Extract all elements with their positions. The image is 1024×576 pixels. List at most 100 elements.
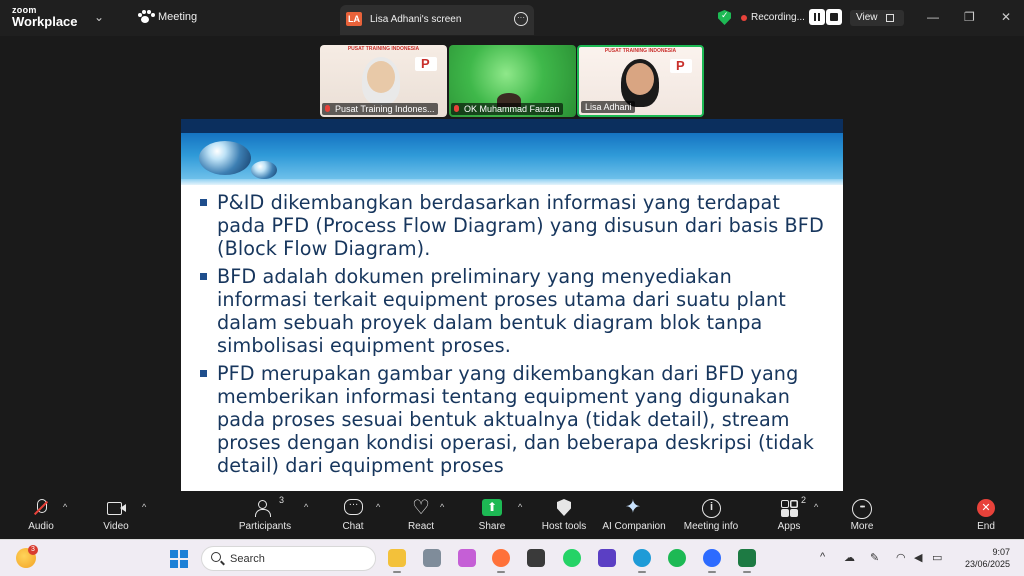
slide-bullet: PFD merupakan gambar yang dikembangkan d… — [199, 362, 827, 477]
ai-companion-label: AI Companion — [602, 521, 666, 532]
recording-indicator: Recording... — [741, 12, 805, 23]
weather-badge: 3 — [28, 545, 38, 555]
edge-icon[interactable] — [633, 549, 651, 573]
file-explorer-icon[interactable] — [388, 549, 406, 573]
participants-options-chevron-icon[interactable]: ^ — [304, 502, 308, 512]
chat-label: Chat — [342, 521, 364, 532]
brand-chevron-icon[interactable]: ⌄ — [94, 10, 104, 24]
pen-icon[interactable]: ✎ — [870, 551, 879, 564]
share-label: Share — [478, 521, 506, 532]
calculator-icon[interactable] — [423, 549, 441, 567]
react-options-chevron-icon[interactable]: ^ — [440, 502, 444, 512]
apps-grid-icon — [778, 498, 800, 518]
participants-label: Participants — [238, 521, 292, 532]
wifi-icon[interactable]: ◠ — [896, 551, 906, 564]
info-icon — [700, 498, 722, 518]
view-label: View — [856, 12, 878, 23]
camera-icon — [105, 498, 127, 518]
react-label: React — [407, 521, 435, 532]
participants-icon — [254, 498, 276, 518]
close-icon[interactable]: ✕ — [1001, 10, 1011, 24]
windows-start-icon[interactable] — [170, 550, 188, 568]
minimize-icon[interactable]: — — [927, 10, 939, 24]
speaker-icon[interactable]: ◀ — [914, 551, 922, 564]
share-screen-icon — [481, 498, 503, 518]
restore-icon[interactable]: ❐ — [964, 10, 975, 24]
shield-icon — [553, 498, 575, 518]
view-button[interactable]: View — [850, 10, 904, 26]
ai-companion-button[interactable]: AI Companion — [598, 496, 670, 532]
participant-tile[interactable]: OK Muhammad Fauzan — [449, 45, 576, 117]
zoom-app-icon[interactable] — [703, 549, 721, 573]
more-button[interactable]: More — [827, 498, 897, 532]
video-options-chevron-icon[interactable]: ^ — [142, 502, 146, 512]
sharer-avatar: LA — [346, 12, 362, 26]
participant-tile[interactable]: PUSAT TRAINING INDONESIA Pusat Training … — [320, 45, 447, 117]
react-button[interactable]: React — [386, 495, 456, 532]
pause-recording-button[interactable] — [809, 9, 825, 25]
cloud-icon[interactable]: ☁ — [844, 551, 855, 564]
record-dot-icon — [741, 14, 747, 21]
firefox-icon[interactable] — [492, 549, 510, 573]
slide-bullet: BFD adalah dokumen preliminary yang meny… — [199, 265, 827, 357]
pti-logo-icon — [670, 58, 692, 73]
more-icon — [851, 498, 873, 519]
end-meeting-icon — [975, 498, 997, 518]
end-button[interactable]: End — [951, 498, 1021, 532]
decorative-orb-icon — [199, 141, 251, 175]
paw-icon — [138, 10, 155, 24]
muted-mic-icon — [30, 498, 52, 518]
pti-logo-icon — [415, 56, 437, 71]
video-button[interactable]: Video — [81, 498, 151, 532]
taskbar-search-box[interactable]: Search — [201, 546, 376, 571]
tile-brand-text: PUSAT TRAINING INDONESIA — [347, 46, 420, 52]
windows-taskbar: 3 Search ^ ☁ ✎ ◠ ◀ ▭ 9:07 23/06/2025 — [0, 539, 1024, 576]
participant-name-label: Pusat Training Indones... — [322, 103, 438, 115]
share-options-chevron-icon[interactable]: ^ — [518, 502, 522, 512]
zoom-logo: zoom Workplace — [12, 6, 78, 29]
show-hidden-icons-chevron-icon[interactable]: ^ — [820, 551, 825, 563]
end-label: End — [977, 521, 995, 532]
chat-icon — [342, 498, 364, 518]
meeting-tab[interactable]: Meeting — [138, 10, 197, 24]
participant-name-label: OK Muhammad Fauzan — [451, 103, 563, 115]
apps-options-chevron-icon[interactable]: ^ — [814, 502, 818, 512]
meeting-controls-bar: Audio ^ Video ^ Participants 3 ^ Chat ^ … — [0, 492, 1024, 539]
muted-mic-icon — [454, 105, 459, 112]
meeting-title-bar: zoom Workplace ⌄ Meeting LA Lisa Adhani'… — [0, 0, 1024, 36]
host-tools-button[interactable]: Host tools — [529, 498, 599, 532]
participant-tile-active-speaker[interactable]: PUSAT TRAINING INDONESIA Lisa Adhani — [577, 45, 704, 117]
spotify-icon[interactable] — [668, 549, 686, 567]
brand-line-2: Workplace — [12, 14, 78, 29]
participants-button[interactable]: Participants — [230, 498, 300, 532]
screen-options-icon[interactable]: ··· — [514, 12, 528, 26]
participant-video — [358, 57, 404, 107]
shared-screen-tab[interactable]: LA Lisa Adhani's screen ··· — [340, 5, 534, 35]
excel-icon[interactable] — [738, 549, 756, 573]
recording-label: Recording... — [751, 12, 805, 23]
share-button[interactable]: Share — [457, 498, 527, 532]
taskbar-clock[interactable]: 9:07 23/06/2025 — [952, 546, 1010, 570]
shared-slide: P&ID dikembangkan berdasarkan informasi … — [181, 119, 843, 491]
audio-options-chevron-icon[interactable]: ^ — [63, 502, 67, 512]
participants-count: 3 — [279, 495, 285, 505]
battery-icon[interactable]: ▭ — [932, 551, 942, 564]
tile-brand-text: PUSAT TRAINING INDONESIA — [604, 48, 677, 54]
app-icon[interactable] — [598, 549, 616, 567]
chat-options-chevron-icon[interactable]: ^ — [376, 502, 380, 512]
apps-label: Apps — [777, 521, 801, 532]
sticky-app-icon[interactable] — [527, 549, 545, 567]
heart-icon — [410, 495, 432, 520]
whatsapp-icon[interactable] — [563, 549, 581, 567]
stop-recording-button[interactable] — [826, 9, 842, 25]
more-label: More — [850, 521, 874, 532]
encryption-shield-icon[interactable] — [718, 10, 731, 25]
snipping-tool-icon[interactable] — [458, 549, 476, 567]
search-placeholder: Search — [230, 553, 265, 565]
sparkle-icon — [623, 496, 645, 519]
meeting-info-button[interactable]: Meeting info — [676, 498, 746, 532]
audio-label: Audio — [28, 521, 54, 532]
meeting-info-label: Meeting info — [683, 521, 739, 532]
grid-view-icon — [886, 14, 894, 22]
muted-mic-icon — [325, 105, 330, 112]
